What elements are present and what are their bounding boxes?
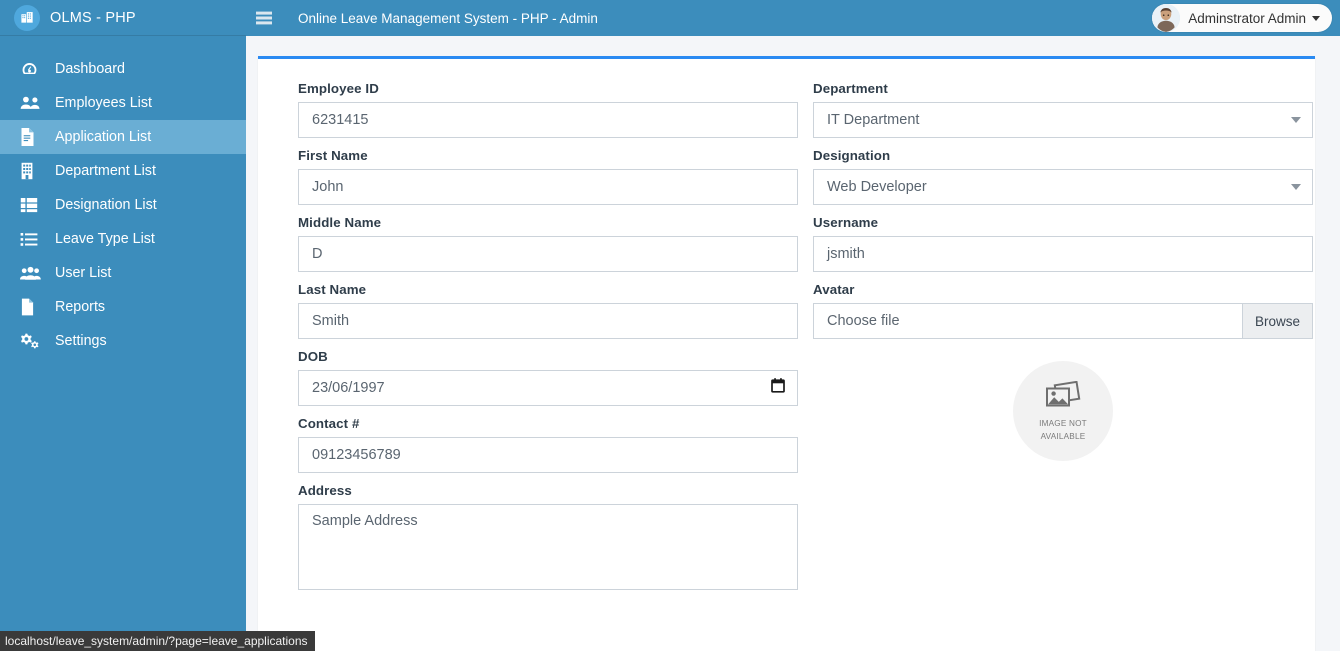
first-name-input[interactable]: John xyxy=(298,169,798,205)
browse-button[interactable]: Browse xyxy=(1242,304,1312,338)
sidebar: OLMS - PHP Dashboard Employees List Appl… xyxy=(0,0,246,651)
chevron-down-icon xyxy=(1291,117,1301,123)
user-menu[interactable]: Adminstrator Admin xyxy=(1152,4,1332,32)
app-root: OLMS - PHP Dashboard Employees List Appl… xyxy=(0,0,1340,651)
sidebar-item-label: Application List xyxy=(55,129,152,145)
field-employee-id: Employee ID 6231415 xyxy=(298,81,798,138)
calendar-icon[interactable] xyxy=(771,378,785,398)
sidebar-item-application-list[interactable]: Application List xyxy=(0,120,246,154)
sidebar-item-department-list[interactable]: Department List xyxy=(0,154,246,188)
sidebar-item-label: Dashboard xyxy=(55,61,125,77)
label-last-name: Last Name xyxy=(298,282,367,297)
field-designation: Designation Web Developer xyxy=(813,148,1313,205)
avatar-preview: IMAGE NOT AVAILABLE xyxy=(1013,361,1113,461)
field-avatar: Avatar Choose file Browse xyxy=(813,282,1313,339)
employee-form-card: Employee ID 6231415 First Name John Midd… xyxy=(258,56,1315,651)
label-contact: Contact # xyxy=(298,416,360,431)
sidebar-item-label: Reports xyxy=(55,299,106,315)
avatar xyxy=(1152,4,1181,32)
document-icon xyxy=(20,128,44,146)
dob-input[interactable]: 23/06/1997 xyxy=(298,370,798,406)
hamburger-icon[interactable] xyxy=(246,0,282,36)
topbar: Online Leave Management System - PHP - A… xyxy=(246,0,1340,36)
username-input[interactable]: jsmith xyxy=(813,236,1313,272)
sidebar-item-label: Settings xyxy=(55,333,107,349)
label-employee-id: Employee ID xyxy=(298,81,379,96)
avatar-preview-line1: IMAGE NOT xyxy=(1039,419,1087,429)
last-name-input[interactable]: Smith xyxy=(298,303,798,339)
sidebar-item-designation-list[interactable]: Designation List xyxy=(0,188,246,222)
field-dob: DOB 23/06/1997 xyxy=(298,349,798,406)
field-address: Address Sample Address xyxy=(298,483,798,590)
employee-id-input[interactable]: 6231415 xyxy=(298,102,798,138)
file-icon xyxy=(20,298,44,316)
sidebar-item-label: User List xyxy=(55,265,112,281)
label-username: Username xyxy=(813,215,879,230)
sidebar-item-employees-list[interactable]: Employees List xyxy=(0,86,246,120)
gears-icon xyxy=(20,332,44,350)
field-first-name: First Name John xyxy=(298,148,798,205)
designation-control: Web Developer xyxy=(813,169,1313,205)
sidebar-nav: Dashboard Employees List Application Lis… xyxy=(0,36,246,358)
field-contact: Contact # 09123456789 xyxy=(298,416,798,473)
label-dob: DOB xyxy=(298,349,328,364)
address-textarea[interactable]: Sample Address xyxy=(298,504,798,590)
department-select[interactable]: IT Department xyxy=(813,102,1313,138)
dashboard-icon xyxy=(20,60,44,78)
sidebar-item-label: Employees List xyxy=(55,95,152,111)
label-avatar: Avatar xyxy=(813,282,855,297)
user-name: Adminstrator Admin xyxy=(1188,10,1306,26)
sidebar-item-user-list[interactable]: User List xyxy=(0,256,246,290)
sidebar-item-leave-type-list[interactable]: Leave Type List xyxy=(0,222,246,256)
avatar-file-input[interactable]: Choose file Browse xyxy=(813,303,1313,339)
content-area: Employee ID 6231415 First Name John Midd… xyxy=(246,36,1340,651)
department-control: IT Department xyxy=(813,102,1313,138)
field-department: Department IT Department xyxy=(813,81,1313,138)
form-column-left: Employee ID 6231415 First Name John Midd… xyxy=(298,81,798,600)
form-column-right: Department IT Department Designation Web… xyxy=(813,81,1313,600)
users-icon xyxy=(20,94,44,112)
label-middle-name: Middle Name xyxy=(298,215,382,230)
sidebar-item-settings[interactable]: Settings xyxy=(0,324,246,358)
avatar-file-placeholder: Choose file xyxy=(827,313,900,329)
sidebar-brand[interactable]: OLMS - PHP xyxy=(0,0,246,36)
page-title: Online Leave Management System - PHP - A… xyxy=(298,10,598,26)
label-department: Department xyxy=(813,81,888,96)
dob-control: 23/06/1997 xyxy=(298,370,798,406)
user-group-icon xyxy=(20,264,44,282)
sidebar-item-dashboard[interactable]: Dashboard xyxy=(0,52,246,86)
building-icon xyxy=(14,4,40,31)
designation-select[interactable]: Web Developer xyxy=(813,169,1313,205)
contact-input[interactable]: 09123456789 xyxy=(298,437,798,473)
sidebar-item-label: Designation List xyxy=(55,197,157,213)
image-placeholder-icon xyxy=(1043,380,1083,416)
table-list-icon xyxy=(20,196,44,214)
label-designation: Designation xyxy=(813,148,891,163)
building-grid-icon xyxy=(20,162,44,180)
status-bar-url: localhost/leave_system/admin/?page=leave… xyxy=(0,631,315,651)
field-username: Username jsmith xyxy=(813,215,1313,272)
label-address: Address xyxy=(298,483,352,498)
sidebar-item-label: Leave Type List xyxy=(55,231,155,247)
chevron-down-icon xyxy=(1291,184,1301,190)
field-middle-name: Middle Name D xyxy=(298,215,798,272)
field-last-name: Last Name Smith xyxy=(298,282,798,339)
label-first-name: First Name xyxy=(298,148,368,163)
middle-name-input[interactable]: D xyxy=(298,236,798,272)
avatar-preview-wrap: IMAGE NOT AVAILABLE xyxy=(813,361,1313,461)
caret-down-icon xyxy=(1312,15,1320,21)
bullet-list-icon xyxy=(20,230,44,248)
form-body: Employee ID 6231415 First Name John Midd… xyxy=(258,59,1315,620)
sidebar-item-label: Department List xyxy=(55,163,156,179)
avatar-preview-line2: AVAILABLE xyxy=(1040,431,1086,441)
vertical-scrollbar[interactable] xyxy=(1326,72,1340,651)
sidebar-item-reports[interactable]: Reports xyxy=(0,290,246,324)
brand-label: OLMS - PHP xyxy=(50,9,136,26)
